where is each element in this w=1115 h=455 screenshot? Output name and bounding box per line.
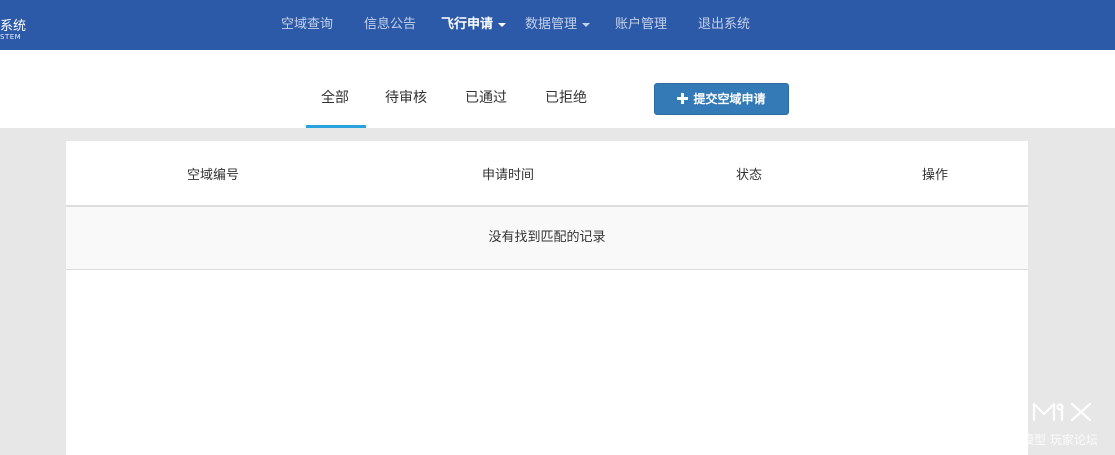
tab-rejected[interactable]: 已拒绝	[545, 87, 587, 107]
nav-label: 账户管理	[615, 17, 668, 32]
nav-account-management[interactable]: 账户管理	[615, 0, 667, 50]
nav-label: 数据管理	[525, 17, 578, 32]
column-status: 状态	[735, 168, 763, 183]
column-actions: 操作	[921, 168, 949, 183]
nav-label: 信息公告	[364, 17, 417, 32]
nav-flight-application[interactable]: 飞行申请	[441, 0, 507, 50]
watermark-logo: 我爱模型 玩家论坛	[998, 402, 1098, 447]
nav-airspace-query[interactable]: 空域查询	[281, 0, 333, 50]
nav-logout[interactable]: 退出系统	[698, 0, 750, 50]
nav-label: 退出系统	[698, 17, 751, 32]
active-tab-indicator	[306, 125, 366, 128]
caret-down-icon	[582, 22, 591, 27]
table-header: 空域编号 申请时间 状态 操作	[66, 141, 1028, 207]
nav-label: 空域查询	[281, 17, 334, 32]
nav-data-management[interactable]: 数据管理	[525, 0, 591, 50]
main-nav: 空域查询 信息公告 飞行申请 数据管理 账户管理 退出系统	[0, 0, 1115, 50]
nav-announcements[interactable]: 信息公告	[364, 0, 416, 50]
svg-text:我爱模型 玩家论坛: 我爱模型 玩家论坛	[998, 432, 1098, 447]
caret-down-icon	[498, 22, 507, 27]
top-navbar: 系统 STEM 空域查询 信息公告 飞行申请 数据管理 账户管理 退出系统	[0, 0, 1115, 50]
column-application-time: 申请时间	[481, 168, 535, 183]
empty-table-message: 没有找到匹配的记录	[66, 207, 1028, 270]
nav-label: 飞行申请	[441, 17, 494, 32]
application-table-panel: 空域编号 申请时间 状态 操作 没有找到匹配的记录	[66, 141, 1028, 455]
filter-tab-bar: 全部 待审核 已通过 已拒绝 提交空域申请	[0, 50, 1115, 128]
tab-all[interactable]: 全部	[321, 87, 349, 107]
tab-pending[interactable]: 待审核	[385, 87, 427, 107]
submit-button-label: 提交空域申请	[693, 92, 766, 106]
plus-icon	[677, 93, 689, 104]
submit-airspace-application-button[interactable]: 提交空域申请	[654, 83, 789, 115]
column-airspace-id: 空域编号	[186, 168, 240, 183]
tab-approved[interactable]: 已通过	[465, 87, 507, 107]
